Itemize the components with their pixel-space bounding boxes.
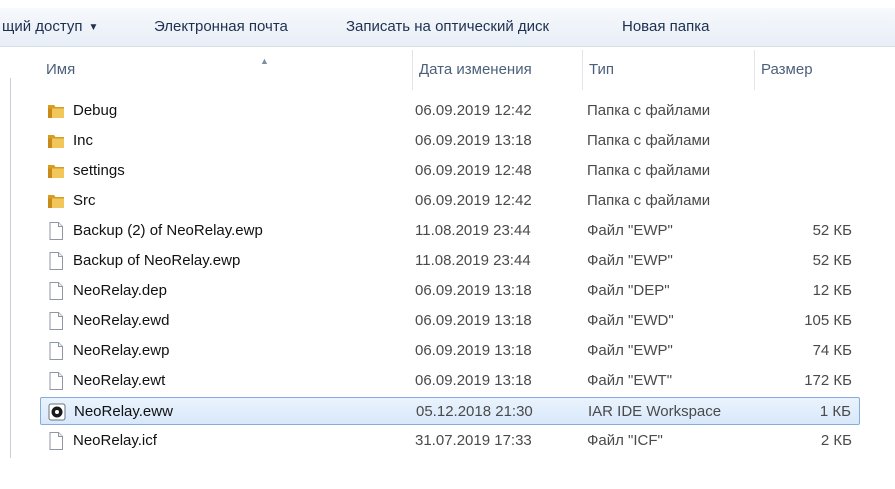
file-size: 74 КБ bbox=[812, 342, 852, 359]
file-size: 2 КБ bbox=[820, 432, 852, 449]
file-name: NeoRelay.ewt bbox=[73, 372, 166, 389]
file-size: 172 КБ bbox=[804, 372, 852, 389]
file-date: 11.08.2019 23:44 bbox=[415, 252, 531, 269]
file-date: 05.12.2018 21:30 bbox=[416, 403, 533, 420]
pane-divider bbox=[10, 78, 11, 458]
file-row[interactable]: NeoRelay.dep 06.09.2019 13:18 Файл "DEP" 12… bbox=[40, 277, 860, 305]
file-icon bbox=[46, 251, 66, 271]
file-icon bbox=[46, 311, 66, 331]
file-row[interactable]: Backup of NeoRelay.ewp 11.08.2019 23:44 Фа… bbox=[40, 247, 860, 275]
file-row[interactable]: NeoRelay.ewt 06.09.2019 13:18 Файл "EWT" 17… bbox=[40, 367, 860, 395]
file-icon bbox=[46, 431, 66, 451]
file-row[interactable]: NeoRelay.eww 05.12.2018 21:30 IAR IDE Work… bbox=[40, 397, 860, 425]
file-type: IAR IDE Workspace bbox=[588, 403, 722, 420]
file-type: Папка с файлами bbox=[587, 162, 711, 179]
file-type: Папка с файлами bbox=[587, 192, 711, 209]
file-date: 06.09.2019 13:18 bbox=[415, 372, 532, 389]
file-size: 105 КБ bbox=[804, 312, 852, 329]
file-size: 12 КБ bbox=[812, 282, 852, 299]
file-name: NeoRelay.icf bbox=[73, 432, 157, 449]
file-date: 06.09.2019 12:42 bbox=[415, 102, 532, 119]
file-row[interactable]: Debug 06.09.2019 12:42 Папка с файлами bbox=[40, 97, 860, 125]
column-type-header[interactable]: Тип bbox=[582, 50, 754, 90]
email-button[interactable]: Электронная почта bbox=[154, 18, 288, 35]
file-size: 1 КБ bbox=[819, 403, 851, 420]
file-date: 06.09.2019 13:18 bbox=[415, 342, 532, 359]
file-row[interactable]: settings 06.09.2019 12:48 Папка с файлами bbox=[40, 157, 860, 185]
file-type: Файл "ICF" bbox=[587, 432, 663, 449]
file-row[interactable]: NeoRelay.ewd 06.09.2019 13:18 Файл "EWD" 10… bbox=[40, 307, 860, 335]
file-type: Папка с файлами bbox=[587, 132, 711, 149]
workspace-icon bbox=[47, 402, 67, 422]
file-name: NeoRelay.ewp bbox=[73, 342, 170, 359]
file-row[interactable]: NeoRelay.ewp 06.09.2019 13:18 Файл "EWP" 74… bbox=[40, 337, 860, 365]
file-size: 52 КБ bbox=[812, 222, 852, 239]
file-row[interactable]: Src 06.09.2019 12:42 Папка с файлами bbox=[40, 187, 860, 215]
file-type: Файл "EWT" bbox=[587, 372, 673, 389]
new-folder-button[interactable]: Новая папка bbox=[622, 18, 709, 35]
file-type: Файл "EWP" bbox=[587, 342, 673, 359]
file-icon bbox=[46, 281, 66, 301]
column-header: Имя ▲ Дата изменения Тип Размер bbox=[12, 50, 862, 90]
file-date: 06.09.2019 12:48 bbox=[415, 162, 532, 179]
file-type: Файл "EWP" bbox=[587, 222, 673, 239]
file-name: settings bbox=[73, 162, 125, 179]
file-type: Файл "DEP" bbox=[587, 282, 670, 299]
file-row[interactable]: Inc 06.09.2019 13:18 Папка с файлами bbox=[40, 127, 860, 155]
command-bar: щий доступ ▼ Электронная почта Записать н… bbox=[0, 8, 895, 47]
folder-icon bbox=[46, 191, 66, 211]
file-icon bbox=[46, 221, 66, 241]
file-icon bbox=[46, 371, 66, 391]
file-icon bbox=[46, 341, 66, 361]
file-row[interactable]: NeoRelay.icf 31.07.2019 17:33 Файл "ICF" 2 … bbox=[40, 427, 860, 455]
file-size: 52 КБ bbox=[812, 252, 852, 269]
share-menu-button[interactable]: щий доступ ▼ bbox=[2, 18, 98, 35]
burn-disc-button[interactable]: Записать на оптический диск bbox=[346, 18, 549, 35]
file-date: 11.08.2019 23:44 bbox=[415, 222, 531, 239]
file-date: 31.07.2019 17:33 bbox=[415, 432, 532, 449]
file-name: Backup (2) of NeoRelay.ewp bbox=[73, 222, 263, 239]
file-name: Backup of NeoRelay.ewp bbox=[73, 252, 241, 269]
column-date-header[interactable]: Дата изменения bbox=[412, 50, 582, 90]
column-size-header[interactable]: Размер bbox=[754, 50, 862, 90]
file-date: 06.09.2019 13:18 bbox=[415, 282, 532, 299]
file-name: Inc bbox=[73, 132, 94, 149]
folder-icon bbox=[46, 161, 66, 181]
folder-icon bbox=[46, 101, 66, 121]
file-name: NeoRelay.ewd bbox=[73, 312, 170, 329]
file-name: NeoRelay.dep bbox=[73, 282, 167, 299]
file-name: Debug bbox=[73, 102, 118, 119]
file-type: Файл "EWP" bbox=[587, 252, 673, 269]
share-label: щий доступ bbox=[2, 18, 83, 35]
file-name: Src bbox=[73, 192, 96, 209]
column-name-label: Имя bbox=[46, 61, 76, 78]
folder-icon bbox=[46, 131, 66, 151]
file-date: 06.09.2019 13:18 bbox=[415, 312, 532, 329]
file-type: Файл "EWD" bbox=[587, 312, 674, 329]
file-date: 06.09.2019 13:18 bbox=[415, 132, 532, 149]
file-type: Папка с файлами bbox=[587, 102, 711, 119]
dropdown-arrow-icon: ▼ bbox=[88, 22, 99, 33]
file-date: 06.09.2019 12:42 bbox=[415, 192, 532, 209]
sort-ascending-icon: ▲ bbox=[260, 56, 269, 66]
column-name-header[interactable]: Имя ▲ bbox=[40, 50, 412, 90]
file-row[interactable]: Backup (2) of NeoRelay.ewp 11.08.2019 23:… bbox=[40, 217, 860, 245]
file-name: NeoRelay.eww bbox=[74, 403, 173, 420]
